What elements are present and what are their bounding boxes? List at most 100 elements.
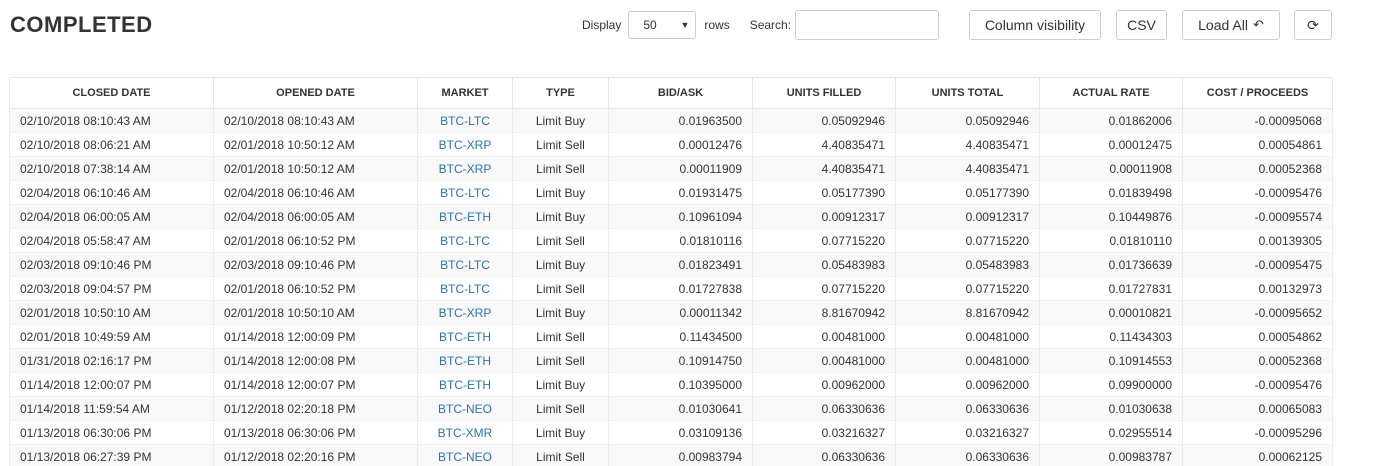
- column-visibility-button[interactable]: Column visibility: [969, 10, 1101, 40]
- cell-actual-rate: 0.01810110: [1039, 228, 1183, 253]
- cell-closed-date: 01/13/2018 06:30:06 PM: [9, 420, 214, 445]
- table-body: 02/10/2018 08:10:43 AM 02/10/2018 08:10:4…: [9, 108, 1333, 466]
- cell-opened-date: 02/03/2018 09:10:46 PM: [213, 252, 418, 277]
- cell-bid-ask: 0.01823491: [608, 252, 753, 277]
- column-header-opened-date[interactable]: OPENED DATE: [213, 77, 418, 109]
- cell-market[interactable]: BTC-NEO: [417, 396, 513, 421]
- cell-market[interactable]: BTC-XMR: [417, 420, 513, 445]
- cell-market[interactable]: BTC-ETH: [417, 372, 513, 397]
- cell-bid-ask: 0.00983794: [608, 444, 753, 466]
- cell-bid-ask: 0.03109136: [608, 420, 753, 445]
- cell-market[interactable]: BTC-LTC: [417, 180, 513, 205]
- page-title: COMPLETED: [10, 12, 153, 37]
- cell-units-filled: 0.05092946: [752, 108, 896, 133]
- cell-bid-ask: 0.10914750: [608, 348, 753, 373]
- column-header-cost-proceeds[interactable]: COST / PROCEEDS: [1182, 77, 1333, 109]
- cell-units-total: 0.05177390: [895, 180, 1040, 205]
- cell-market[interactable]: BTC-XRP: [417, 132, 513, 157]
- cell-cost-proceeds: -0.00095652: [1182, 300, 1333, 325]
- cell-type: Limit Buy: [512, 204, 609, 229]
- refresh-icon: ⟳: [1307, 16, 1319, 33]
- cell-closed-date: 02/03/2018 09:04:57 PM: [9, 276, 214, 301]
- cell-bid-ask: 0.01931475: [608, 180, 753, 205]
- column-header-closed-date[interactable]: CLOSED DATE: [9, 77, 214, 109]
- cell-actual-rate: 0.02955514: [1039, 420, 1183, 445]
- cell-opened-date: 02/01/2018 06:10:52 PM: [213, 276, 418, 301]
- cell-cost-proceeds: -0.00095476: [1182, 372, 1333, 397]
- table-row: 02/10/2018 07:38:14 AM 02/01/2018 10:50:1…: [9, 156, 1333, 181]
- completed-orders-table-wrap: CLOSED DATE OPENED DATE MARKET TYPE BID/ASK U…: [9, 77, 1333, 466]
- cell-actual-rate: 0.01862006: [1039, 108, 1183, 133]
- cell-opened-date: 01/13/2018 06:30:06 PM: [213, 420, 418, 445]
- header-row: CLOSED DATE OPENED DATE MARKET TYPE BID/ASK U…: [9, 77, 1333, 109]
- cell-units-filled: 0.00481000: [752, 348, 896, 373]
- cell-bid-ask: 0.01810116: [608, 228, 753, 253]
- cell-market[interactable]: BTC-LTC: [417, 108, 513, 133]
- cell-actual-rate: 0.09900000: [1039, 372, 1183, 397]
- table-row: 01/13/2018 06:30:06 PM 01/13/2018 06:30:0…: [9, 420, 1333, 445]
- cell-closed-date: 02/01/2018 10:49:59 AM: [9, 324, 214, 349]
- cell-type: Limit Sell: [512, 132, 609, 157]
- table-row: 02/04/2018 06:00:05 AM 02/04/2018 06:00:0…: [9, 204, 1333, 229]
- cell-market[interactable]: BTC-ETH: [417, 348, 513, 373]
- cell-closed-date: 02/10/2018 07:38:14 AM: [9, 156, 214, 181]
- cell-units-total: 0.07715220: [895, 228, 1040, 253]
- cell-opened-date: 01/12/2018 02:20:16 PM: [213, 444, 418, 466]
- column-header-units-total[interactable]: UNITS TOTAL: [895, 77, 1040, 109]
- cell-opened-date: 02/04/2018 06:00:05 AM: [213, 204, 418, 229]
- cell-type: Limit Buy: [512, 420, 609, 445]
- cell-market[interactable]: BTC-LTC: [417, 252, 513, 277]
- cell-market[interactable]: BTC-NEO: [417, 444, 513, 466]
- cell-units-total: 0.05483983: [895, 252, 1040, 277]
- page: COMPLETED Display 50 ▼ rows Search: Colu…: [0, 0, 1379, 466]
- cell-units-filled: 4.40835471: [752, 132, 896, 157]
- column-header-bid-ask[interactable]: BID/ASK: [608, 77, 753, 109]
- cell-market[interactable]: BTC-XRP: [417, 300, 513, 325]
- search-input[interactable]: [795, 10, 940, 40]
- cell-actual-rate: 0.10449876: [1039, 204, 1183, 229]
- cell-bid-ask: 0.01727838: [608, 276, 753, 301]
- cell-bid-ask: 0.01963500: [608, 108, 753, 133]
- cell-market[interactable]: BTC-LTC: [417, 276, 513, 301]
- cell-type: Limit Buy: [512, 300, 609, 325]
- column-header-market[interactable]: MARKET: [417, 77, 513, 109]
- cell-closed-date: 02/04/2018 06:00:05 AM: [9, 204, 214, 229]
- cell-units-total: 0.05092946: [895, 108, 1040, 133]
- cell-market[interactable]: BTC-ETH: [417, 324, 513, 349]
- cell-market[interactable]: BTC-LTC: [417, 228, 513, 253]
- table-row: 02/04/2018 06:10:46 AM 02/04/2018 06:10:4…: [9, 180, 1333, 205]
- load-all-button[interactable]: Load All ↶: [1182, 10, 1280, 40]
- load-all-label: Load All: [1198, 17, 1248, 33]
- page-length-select[interactable]: 50 ▼: [628, 11, 697, 39]
- column-header-type[interactable]: TYPE: [512, 77, 609, 109]
- cell-actual-rate: 0.01030638: [1039, 396, 1183, 421]
- cell-bid-ask: 0.10395000: [608, 372, 753, 397]
- cell-closed-date: 01/14/2018 11:59:54 AM: [9, 396, 214, 421]
- column-header-units-filled[interactable]: UNITS FILLED: [752, 77, 896, 109]
- cell-actual-rate: 0.01736639: [1039, 252, 1183, 277]
- cell-units-total: 0.00962000: [895, 372, 1040, 397]
- cell-bid-ask: 0.00011909: [608, 156, 753, 181]
- cell-opened-date: 01/12/2018 02:20:18 PM: [213, 396, 418, 421]
- cell-units-total: 0.07715220: [895, 276, 1040, 301]
- cell-cost-proceeds: 0.00065083: [1182, 396, 1333, 421]
- column-header-actual-rate[interactable]: ACTUAL RATE: [1039, 77, 1183, 109]
- cell-closed-date: 02/04/2018 05:58:47 AM: [9, 228, 214, 253]
- cell-market[interactable]: BTC-XRP: [417, 156, 513, 181]
- rows-label: rows: [704, 18, 730, 32]
- cell-closed-date: 01/31/2018 02:16:17 PM: [9, 348, 214, 373]
- cell-closed-date: 02/04/2018 06:10:46 AM: [9, 180, 214, 205]
- cell-cost-proceeds: -0.00095475: [1182, 252, 1333, 277]
- cell-cost-proceeds: 0.00052368: [1182, 156, 1333, 181]
- cell-market[interactable]: BTC-ETH: [417, 204, 513, 229]
- cell-units-filled: 0.07715220: [752, 276, 896, 301]
- cell-units-filled: 0.03216327: [752, 420, 896, 445]
- cell-cost-proceeds: 0.00062125: [1182, 444, 1333, 466]
- refresh-button[interactable]: ⟳: [1294, 10, 1332, 40]
- table-controls: Display 50 ▼ rows Search:: [582, 10, 940, 40]
- csv-export-button[interactable]: CSV: [1116, 10, 1167, 40]
- display-label: Display: [582, 18, 622, 32]
- table-row: 01/31/2018 02:16:17 PM 01/14/2018 12:00:0…: [9, 348, 1333, 373]
- cell-cost-proceeds: -0.00095476: [1182, 180, 1333, 205]
- caret-down-icon: ▼: [680, 20, 690, 30]
